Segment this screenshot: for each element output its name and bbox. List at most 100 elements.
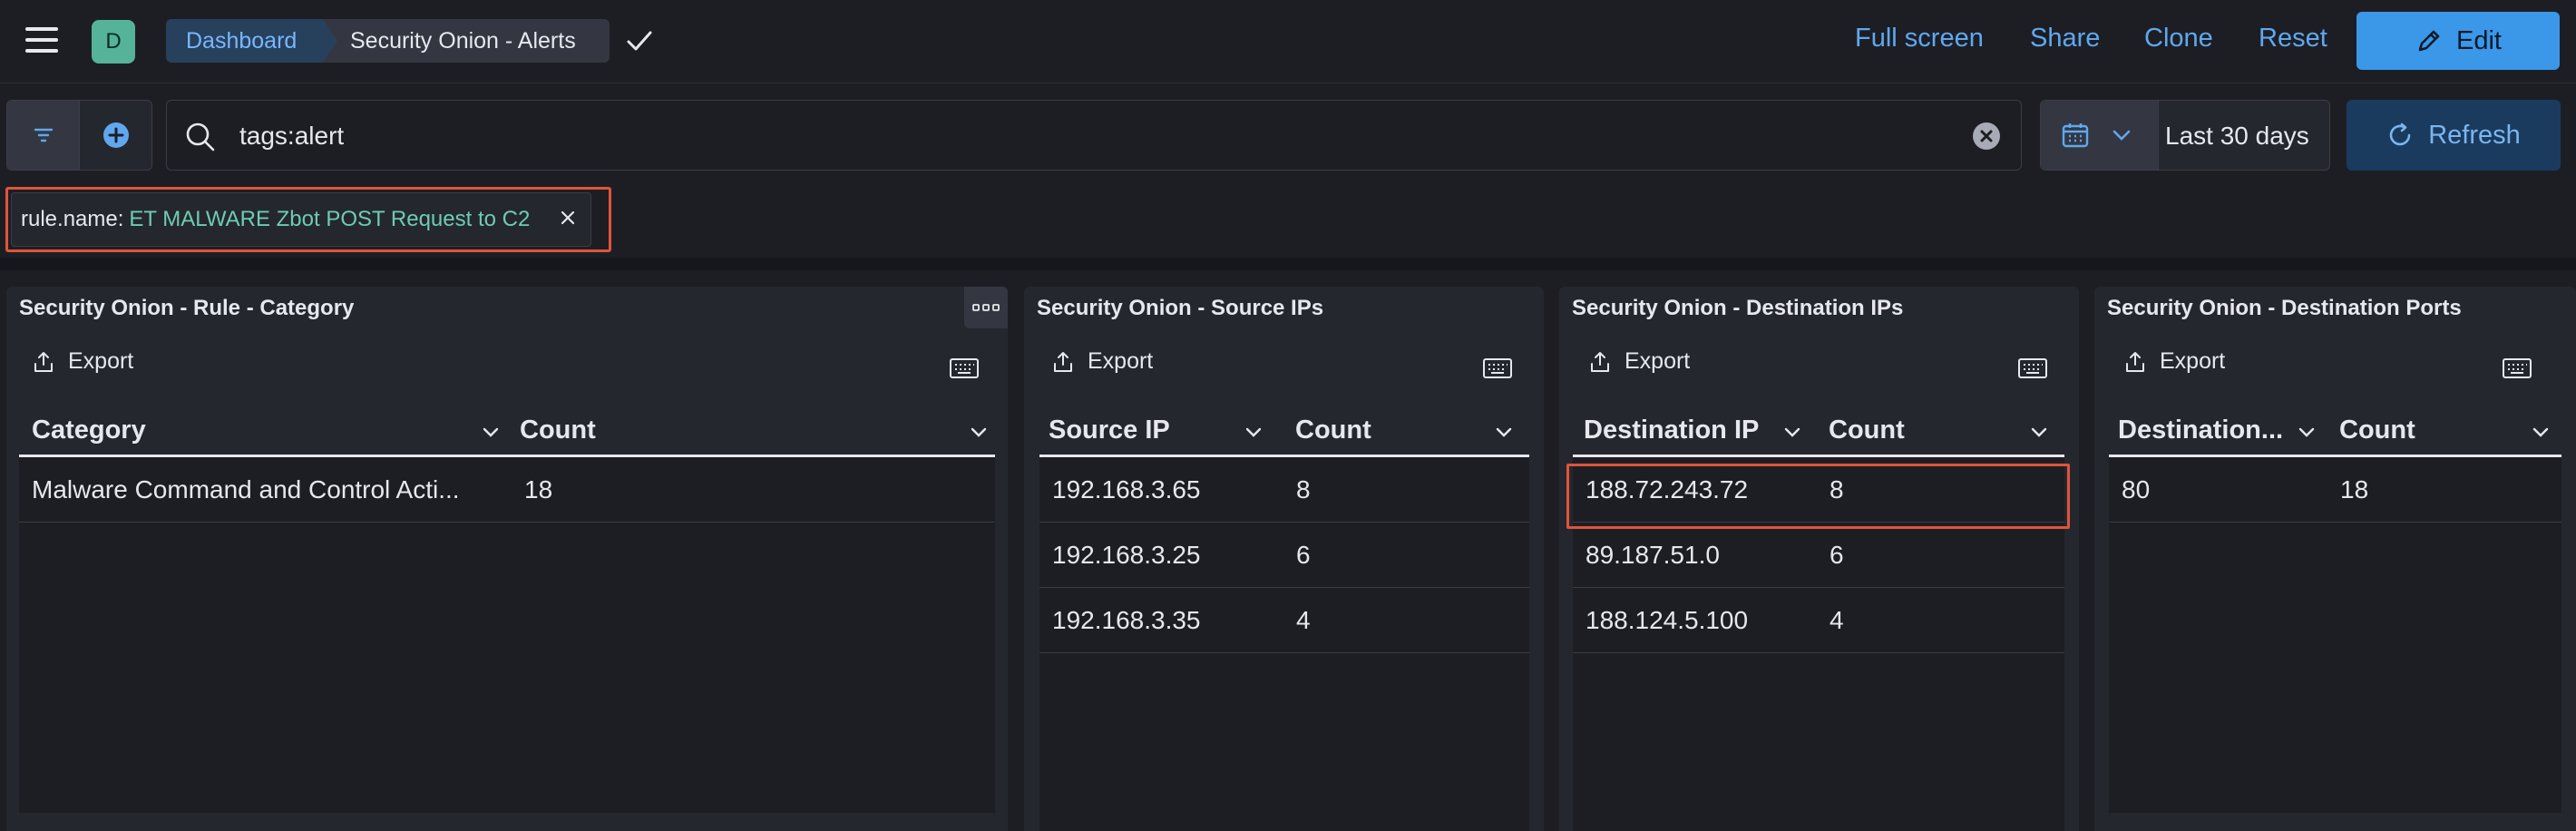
reset-link[interactable]: Reset <box>2259 24 2327 54</box>
quick-date-menu-button[interactable] <box>2041 101 2159 170</box>
table-cell[interactable]: 192.168.3.35 <box>1052 606 1201 635</box>
table-cell[interactable]: 192.168.3.65 <box>1052 475 1201 504</box>
panel-source-ips: Security Onion - Source IPs Export Sourc… <box>1024 287 1544 831</box>
table-cell[interactable]: 6 <box>1830 541 1844 570</box>
export-button[interactable]: Export <box>32 348 133 375</box>
table-cell[interactable]: 80 <box>2122 475 2150 504</box>
export-label: Export <box>1625 348 1691 374</box>
table-cell[interactable]: 18 <box>524 475 552 504</box>
keyboard-icon[interactable] <box>2018 357 2047 379</box>
add-filter-button[interactable] <box>80 101 151 170</box>
table-header: Destination... Count <box>2109 403 2561 457</box>
chevron-down-icon[interactable] <box>2028 421 2050 443</box>
column-header-count[interactable]: Count <box>1829 416 1905 445</box>
column-header-destination-ip[interactable]: Destination IP <box>1584 416 1759 445</box>
row-highlight <box>1566 464 2070 529</box>
date-range-label[interactable]: Last 30 days <box>2165 122 2309 151</box>
table-cell[interactable]: 4 <box>1830 606 1844 635</box>
destination-port-table: Destination... Count 80 18 <box>2109 403 2561 813</box>
filter-controls <box>6 100 152 171</box>
chevron-down-icon[interactable] <box>1493 421 1515 443</box>
search-query-text: tags:alert <box>239 122 345 150</box>
clear-search-icon[interactable] <box>1972 122 2001 151</box>
export-button[interactable]: Export <box>1588 348 1690 375</box>
table-row[interactable]: 89.187.51.0 6 <box>1573 523 2064 588</box>
table-cell[interactable]: 18 <box>2340 475 2368 504</box>
table-cell[interactable]: 8 <box>1296 475 1311 504</box>
keyboard-icon[interactable] <box>1483 357 1512 379</box>
table-cell[interactable]: 89.187.51.0 <box>1586 541 1720 570</box>
column-header-source-ip[interactable]: Source IP <box>1049 416 1170 445</box>
plus-circle-icon <box>102 122 129 148</box>
share-link[interactable]: Share <box>2030 24 2100 54</box>
export-label: Export <box>1088 348 1154 374</box>
more-options-icon <box>972 304 1000 311</box>
table-row[interactable]: 192.168.3.35 4 <box>1039 588 1529 653</box>
export-icon <box>34 351 53 372</box>
table-cell[interactable]: 6 <box>1296 541 1311 570</box>
filter-pill-highlight <box>5 187 611 252</box>
column-header-category[interactable]: Category <box>32 416 146 445</box>
export-button[interactable]: Export <box>2123 348 2225 375</box>
table-cell[interactable]: 192.168.3.25 <box>1052 541 1201 570</box>
search-input[interactable]: tags:alert <box>166 100 2022 171</box>
table-row[interactable]: 188.124.5.100 4 <box>1573 588 2064 653</box>
table-empty-area <box>2109 523 2561 813</box>
table-cell[interactable]: 188.124.5.100 <box>1586 606 1748 635</box>
chevron-down-icon[interactable] <box>968 421 990 443</box>
panel-destination-ports: Security Onion - Destination Ports Expor… <box>2094 287 2576 831</box>
chevron-down-icon[interactable] <box>480 421 502 443</box>
calendar-icon <box>2062 123 2089 148</box>
table-empty-area <box>1573 653 2064 831</box>
panel-title: Security Onion - Destination IPs <box>1572 296 1904 320</box>
export-icon <box>1591 351 1609 372</box>
panel-title: Security Onion - Rule - Category <box>19 296 355 320</box>
refresh-button[interactable]: Refresh <box>2347 100 2561 171</box>
table-empty-area <box>19 523 995 813</box>
column-header-destination-port[interactable]: Destination... <box>2118 416 2283 445</box>
table-row[interactable]: Malware Command and Control Acti... 18 <box>19 457 995 523</box>
chevron-down-icon[interactable] <box>2530 421 2552 443</box>
category-table: Category Count Malware Command and Contr… <box>19 403 995 813</box>
breadcrumb-dashboard[interactable]: Dashboard <box>166 19 338 63</box>
panel-title: Security Onion - Source IPs <box>1037 296 1324 320</box>
column-header-count[interactable]: Count <box>520 416 596 445</box>
filter-icon <box>34 128 53 142</box>
clone-link[interactable]: Clone <box>2144 24 2213 54</box>
export-button[interactable]: Export <box>1051 348 1153 375</box>
check-icon[interactable] <box>624 25 655 56</box>
chevron-down-icon[interactable] <box>1781 421 1803 443</box>
hamburger-menu-icon[interactable] <box>25 27 58 54</box>
panel-divider <box>0 258 2576 270</box>
table-cell[interactable]: 4 <box>1296 606 1311 635</box>
keyboard-icon[interactable] <box>2503 357 2532 379</box>
column-header-count[interactable]: Count <box>1295 416 1371 445</box>
table-empty-area <box>1039 653 1529 831</box>
chevron-down-icon <box>2113 130 2131 141</box>
panel-rule-category: Security Onion - Rule - Category Export … <box>6 287 1008 831</box>
filter-menu-button[interactable] <box>7 101 80 170</box>
chevron-down-icon[interactable] <box>1243 421 1264 443</box>
export-icon <box>2126 351 2144 372</box>
chevron-down-icon[interactable] <box>2296 421 2317 443</box>
table-row[interactable]: 80 18 <box>2109 457 2561 523</box>
edit-label: Edit <box>2456 25 2502 55</box>
pencil-icon <box>2418 30 2440 52</box>
export-icon <box>1054 351 1072 372</box>
breadcrumb-current: Security Onion - Alerts <box>323 19 610 63</box>
edit-button[interactable]: Edit <box>2356 12 2560 70</box>
date-range-picker: Last 30 days <box>2040 100 2330 171</box>
space-avatar[interactable]: D <box>92 20 135 64</box>
table-row[interactable]: 192.168.3.65 8 <box>1039 457 1529 523</box>
table-header: Source IP Count <box>1039 403 1529 457</box>
table-row[interactable]: 192.168.3.25 6 <box>1039 523 1529 588</box>
full-screen-link[interactable]: Full screen <box>1855 24 1984 54</box>
search-icon <box>186 122 215 152</box>
refresh-label: Refresh <box>2428 120 2521 150</box>
column-header-count[interactable]: Count <box>2339 416 2415 445</box>
panel-options-button[interactable] <box>964 287 1008 328</box>
table-cell[interactable]: Malware Command and Control Acti... <box>32 475 460 504</box>
table-header: Category Count <box>19 403 995 457</box>
refresh-icon <box>2389 122 2411 146</box>
keyboard-icon[interactable] <box>950 357 979 379</box>
